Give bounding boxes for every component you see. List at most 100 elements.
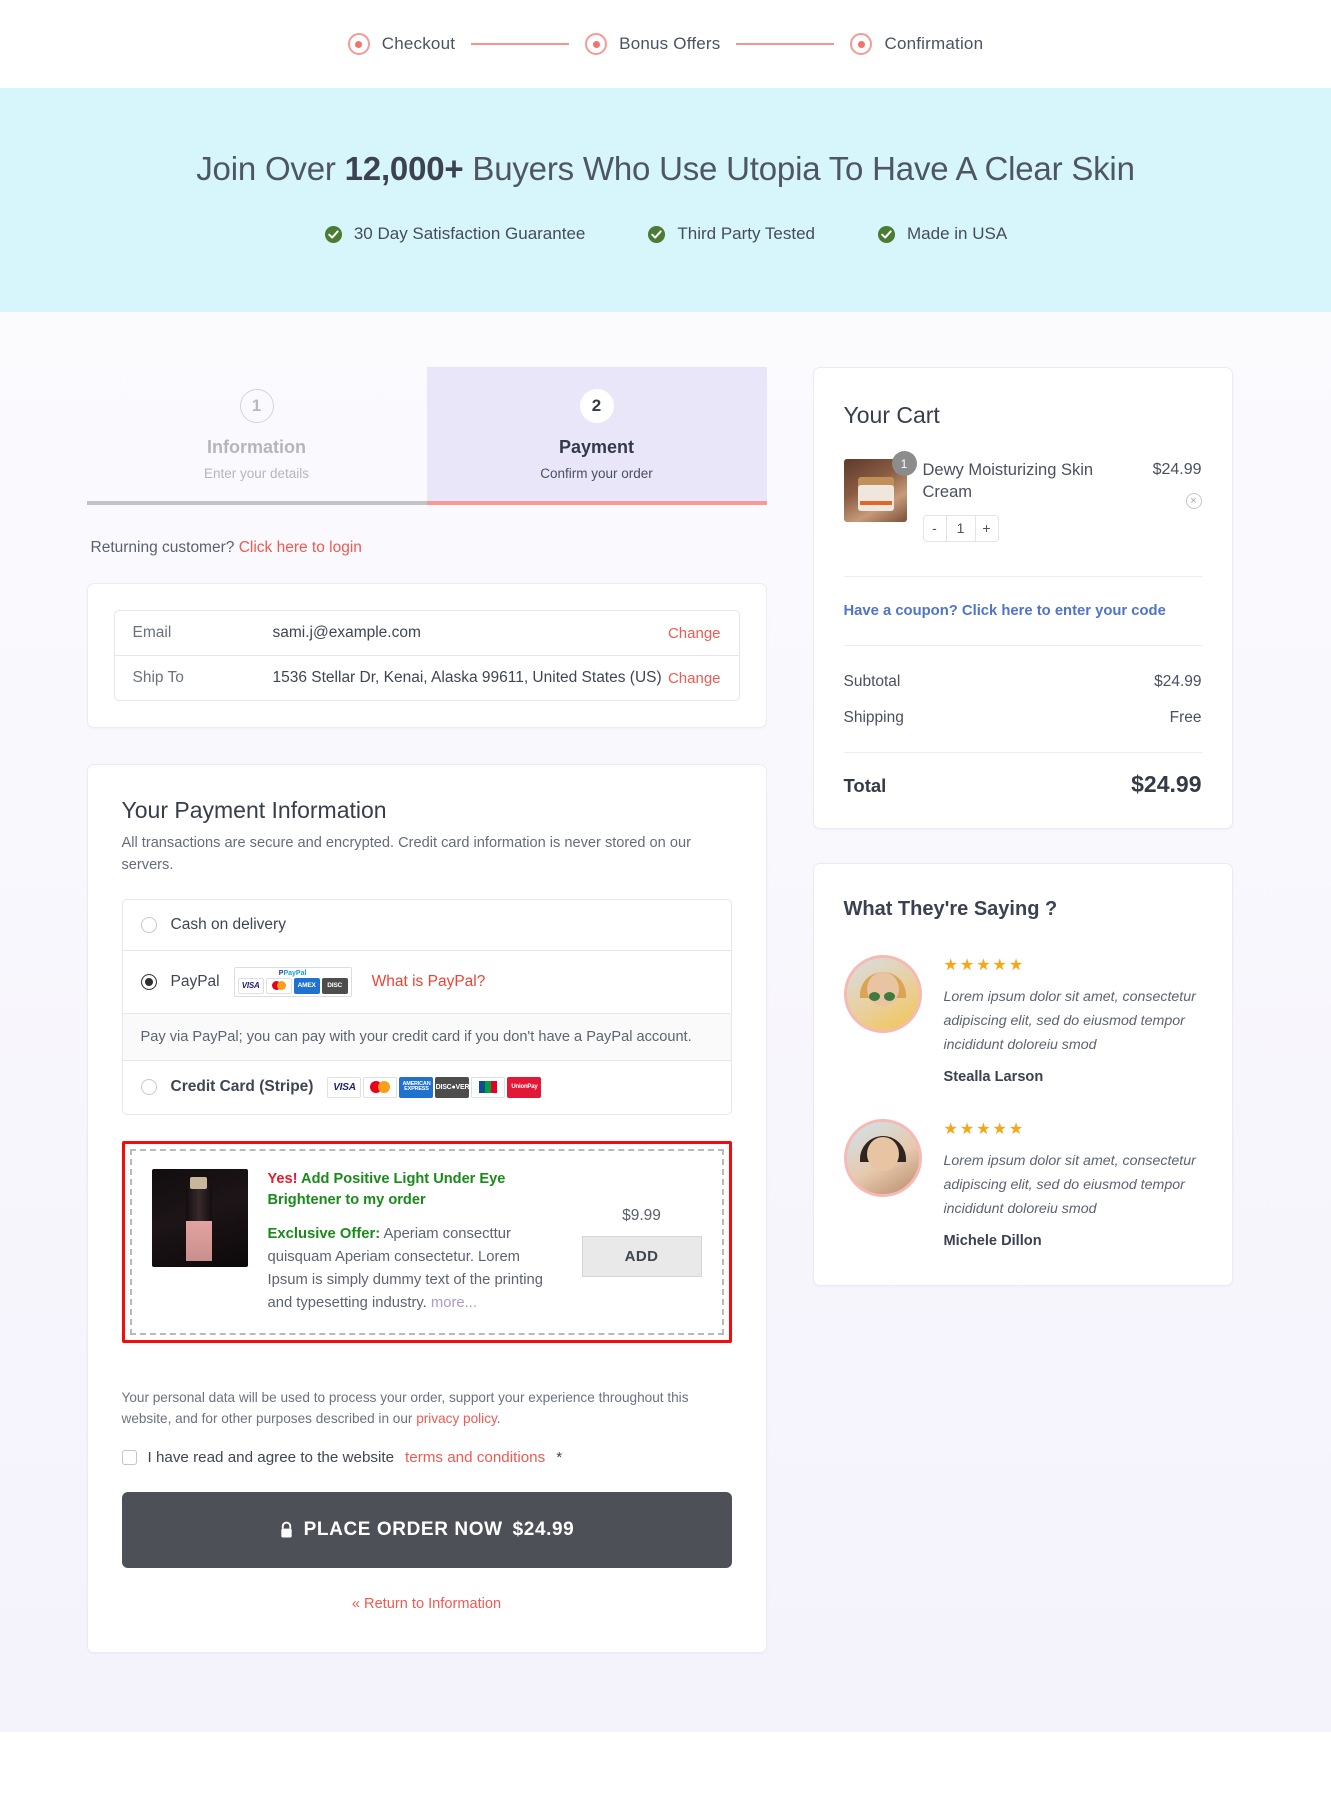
progress-step-label: Checkout [381, 34, 456, 53]
radio-icon[interactable] [140, 1079, 157, 1096]
upsell-more-link[interactable]: more... [431, 1295, 477, 1311]
mastercard-icon [363, 1076, 398, 1098]
trust-badge: Third Party Tested [647, 224, 815, 244]
returning-customer: Returning customer? Click here to login [91, 539, 767, 557]
visa-icon: VISA [237, 977, 264, 994]
privacy-policy-link[interactable]: privacy policy [416, 1411, 497, 1426]
terms-and-conditions-link[interactable]: terms and conditions [405, 1449, 545, 1466]
cart-grand-total: Total $24.99 [844, 753, 1202, 798]
terms-required-asterisk: * [556, 1448, 563, 1466]
tab-information[interactable]: 1 Information Enter your details [87, 367, 427, 501]
lock-icon [280, 1521, 292, 1538]
step-progress-rule [86, 501, 767, 505]
upsell-add-button[interactable]: ADD [581, 1235, 702, 1277]
payment-method-paypal[interactable]: PayPal PPayPal VISA AMEX DISC What is Pa… [122, 949, 731, 1013]
return-to-information-link[interactable]: « Return to Information [352, 1596, 501, 1612]
remove-item-icon[interactable]: × [1185, 493, 1202, 509]
login-link[interactable]: Click here to login [239, 539, 362, 556]
upsell-offer-label: Exclusive Offer: [267, 1226, 381, 1243]
cart-card: Your Cart 1 Dewy Moisturizing Skin Cream… [812, 367, 1233, 829]
testimonial-item: ★★★★★ Lorem ipsum dolor sit amet, consec… [843, 1118, 1202, 1250]
cart-item-qty-badge: 1 [891, 451, 917, 476]
shipping-value: Free [1169, 708, 1202, 726]
payment-description: All transactions are secure and encrypte… [121, 835, 691, 873]
testimonial-item: ★★★★★ Lorem ipsum dolor sit amet, consec… [843, 954, 1202, 1085]
hero-banner: Join Over 12,000+ Buyers Who Use Utopia … [0, 88, 1331, 312]
payment-title: Your Payment Information [121, 797, 387, 823]
cart-total-row-subtotal: Subtotal $24.99 [844, 664, 1202, 700]
cart-item-name: Dewy Moisturizing Skin Cream [922, 461, 1094, 502]
avatar [843, 1118, 922, 1197]
hero-title: Join Over 12,000+ Buyers Who Use Utopia … [0, 150, 1331, 188]
payment-methods-list: Cash on delivery PayPal PPayPal VISA AME… [121, 898, 732, 1115]
hero-title-before: Join Over [196, 150, 345, 187]
coupon-link[interactable]: Have a coupon? Click here to enter your … [844, 577, 1202, 645]
trust-badge: 30 Day Satisfaction Guarantee [324, 224, 585, 244]
progress-step-confirmation[interactable]: Confirmation [850, 33, 983, 55]
step-title: Information [207, 437, 306, 457]
what-is-paypal-link[interactable]: What is PayPal? [372, 973, 486, 991]
paypal-wordmark: PPayPal [278, 969, 307, 977]
upsell-headline-text: Add Positive Light Under Eye Brightener … [267, 1170, 506, 1208]
checkout-step-tabs: 1 Information Enter your details 2 Payme… [87, 367, 767, 501]
stripe-card-brands: VISA AMERICAN EXPRESS DISC●VER UnionPay [327, 1076, 542, 1098]
progress-connector-2 [736, 43, 835, 45]
tab-payment[interactable]: 2 Payment Confirm your order [426, 367, 767, 501]
shipping-label: Shipping [843, 708, 904, 726]
trust-badge-label: Made in USA [907, 224, 1008, 243]
radio-dot-icon [850, 33, 873, 55]
upsell-headline: Yes! Add Positive Light Under Eye Bright… [268, 1169, 562, 1211]
unionpay-icon: UnionPay [507, 1076, 542, 1098]
testimonial-quote: Lorem ipsum dolor sit amet, consectetur … [943, 988, 1196, 1053]
privacy-period: . [496, 1410, 501, 1426]
payment-method-label: Credit Card (Stripe) [170, 1078, 314, 1096]
terms-checkbox[interactable] [121, 1449, 137, 1465]
hero-title-after: Buyers Who Use Utopia To Have A Clear Sk… [463, 150, 1135, 187]
mastercard-icon [265, 977, 292, 994]
upsell-description: Exclusive Offer: Aperiam consecttur quis… [268, 1223, 562, 1315]
testimonial-author: Michele Dillon [943, 1233, 1042, 1250]
change-email-link[interactable]: Change [668, 625, 721, 642]
payment-method-cash-on-delivery[interactable]: Cash on delivery [123, 900, 731, 950]
subtotal-value: $24.99 [1154, 672, 1202, 690]
upsell-offer-box: Yes! Add Positive Light Under Eye Bright… [121, 1140, 732, 1343]
check-circle-icon [648, 225, 666, 243]
increase-quantity-button[interactable]: + [975, 515, 998, 541]
customer-info-table: Email sami.j@example.com Change Ship To … [113, 610, 740, 701]
progress-step-bonus-offers[interactable]: Bonus Offers [585, 33, 720, 55]
progress-step-label: Confirmation [884, 34, 984, 53]
payment-method-credit-card[interactable]: Credit Card (Stripe) VISA AMERICAN EXPRES… [122, 1059, 731, 1114]
cart-item-quantity-stepper[interactable]: - + [922, 514, 999, 542]
place-order-button[interactable]: PLACE ORDER NOW $24.99 [121, 1491, 732, 1568]
terms-text-before: I have read and agree to the website [147, 1448, 395, 1466]
rating-stars: ★★★★★ [943, 1120, 1026, 1138]
cart-item-price: $24.99 [1152, 461, 1202, 478]
decrease-quantity-button[interactable]: - [923, 515, 946, 541]
change-address-link[interactable]: Change [668, 670, 721, 687]
trust-badges: 30 Day Satisfaction Guarantee Third Part… [0, 224, 1331, 244]
cart-total-row-shipping: Shipping Free [844, 700, 1202, 736]
customer-info-card: Email sami.j@example.com Change Ship To … [86, 583, 767, 728]
amex-icon: AMEX [293, 977, 320, 994]
testimonial-quote: Lorem ipsum dolor sit amet, consectetur … [943, 1152, 1196, 1218]
info-row-email: Email sami.j@example.com Change [115, 611, 739, 655]
terms-agreement-row[interactable]: I have read and agree to the website ter… [121, 1448, 732, 1466]
radio-icon[interactable] [140, 916, 157, 933]
progress-connector-1 [471, 43, 570, 45]
checkout-sidebar: Your Cart 1 Dewy Moisturizing Skin Cream… [812, 367, 1233, 1287]
progress-step-label: Bonus Offers [619, 34, 721, 53]
discover-icon: DISC●VER [435, 1076, 470, 1098]
quantity-input[interactable] [945, 515, 976, 541]
page-content: 1 Information Enter your details 2 Payme… [0, 312, 1331, 1732]
testimonials-title: What They're Saying ? [843, 897, 1058, 920]
info-label: Email [132, 624, 172, 641]
info-value: 1536 Stellar Dr, Kenai, Alaska 99611, Un… [272, 669, 662, 686]
step-subtitle: Enter your details [203, 466, 310, 481]
step-subtitle: Confirm your order [540, 466, 653, 481]
radio-icon-selected[interactable] [140, 973, 157, 990]
return-to-information-row: « Return to Information [122, 1596, 732, 1612]
progress-step-checkout[interactable]: Checkout [347, 33, 456, 55]
info-label: Ship To [132, 669, 184, 686]
avatar [843, 954, 922, 1033]
place-order-amount: $24.99 [512, 1518, 575, 1540]
